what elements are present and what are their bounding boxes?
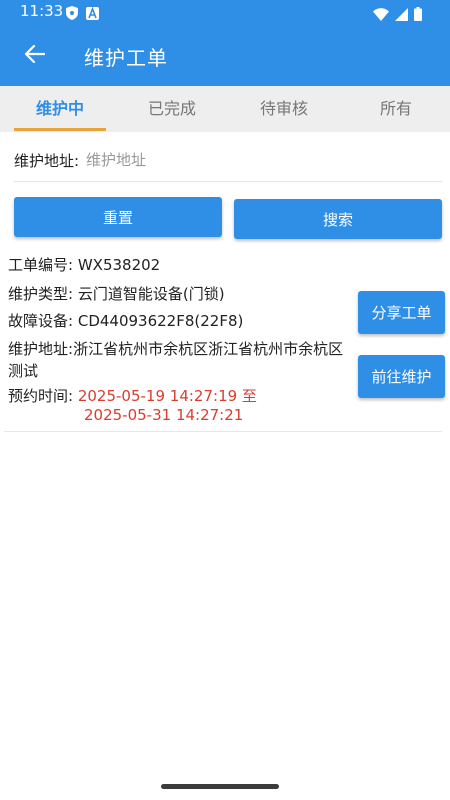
appointment-time-label: 预约时间: bbox=[8, 387, 74, 405]
tab-in-progress[interactable]: 维护中 bbox=[14, 86, 106, 132]
status-bar: 11:33 bbox=[0, 0, 450, 26]
go-maintain-button[interactable]: 前往维护 bbox=[358, 355, 445, 398]
faulty-device-label: 故障设备: bbox=[8, 312, 74, 330]
shield-icon bbox=[66, 5, 78, 24]
a-icon bbox=[86, 5, 99, 24]
wifi-icon bbox=[373, 6, 389, 25]
order-number-value: WX538202 bbox=[77, 256, 161, 274]
tab-bar: 维护中 已完成 待审核 所有 bbox=[0, 86, 450, 132]
maintenance-type-field: 维护类型: 云门道智能设备(门锁) bbox=[8, 283, 225, 305]
address-field: 维护地址:浙江省杭州市余杭区浙江省杭州市余杭区测试 bbox=[8, 338, 348, 382]
appointment-time-end: 2025-05-31 14:27:21 bbox=[84, 406, 244, 424]
tab-completed[interactable]: 已完成 bbox=[126, 86, 218, 132]
gesture-nav-bar[interactable] bbox=[161, 784, 279, 789]
maintenance-type-label: 维护类型: bbox=[8, 285, 74, 303]
faulty-device-field: 故障设备: CD44093622F8(22F8) bbox=[8, 310, 243, 332]
order-number-label: 工单编号: bbox=[8, 256, 74, 274]
tab-pending-review[interactable]: 待审核 bbox=[238, 86, 330, 132]
address-search-input[interactable] bbox=[86, 144, 436, 176]
tab-all[interactable]: 所有 bbox=[350, 86, 442, 132]
faulty-device-value: CD44093622F8(22F8) bbox=[77, 312, 244, 330]
battery-icon bbox=[414, 6, 422, 25]
page-title: 维护工单 bbox=[84, 46, 168, 70]
app-bar: 维护工单 bbox=[0, 26, 450, 86]
reset-button[interactable]: 重置 bbox=[14, 197, 222, 237]
maintenance-type-value: 云门道智能设备(门锁) bbox=[77, 285, 225, 303]
appointment-time-field: 预约时间: 2025-05-19 14:27:19 至 bbox=[8, 385, 257, 407]
search-label: 维护地址: bbox=[14, 152, 80, 170]
tab-indicator bbox=[14, 128, 106, 131]
signal-icon bbox=[395, 6, 408, 25]
arrow-left-icon bbox=[24, 44, 46, 67]
appointment-time-start: 2025-05-19 14:27:19 至 bbox=[77, 387, 257, 405]
status-time: 11:33 bbox=[20, 2, 64, 20]
share-order-button[interactable]: 分享工单 bbox=[358, 291, 445, 334]
search-row: 维护地址: bbox=[14, 140, 442, 182]
order-number-field: 工单编号: WX538202 bbox=[8, 254, 160, 276]
back-button[interactable] bbox=[20, 42, 50, 70]
search-button[interactable]: 搜索 bbox=[234, 199, 442, 239]
address-label: 维护地址: bbox=[8, 340, 74, 358]
